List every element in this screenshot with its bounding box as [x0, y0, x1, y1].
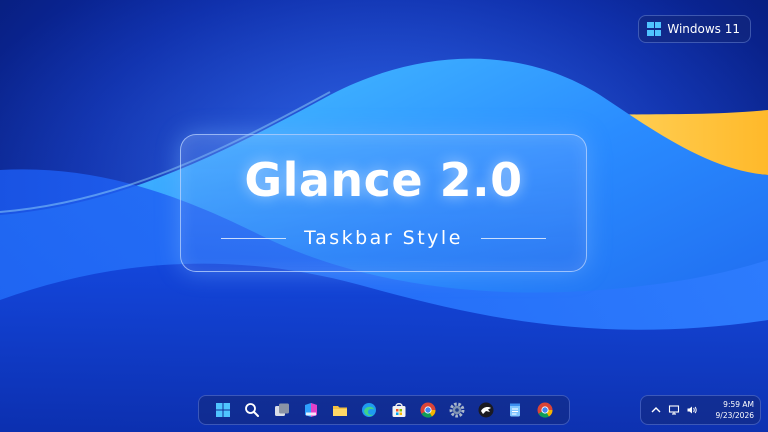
start-icon[interactable]	[214, 401, 232, 419]
title-card: Glance 2.0 Taskbar Style	[180, 134, 587, 272]
network-icon[interactable]	[667, 403, 681, 417]
store-icon[interactable]	[390, 401, 408, 419]
chrome-icon[interactable]	[536, 401, 554, 419]
taskbar	[198, 395, 570, 425]
chrome-icon[interactable]	[419, 401, 437, 419]
clock[interactable]: 9:59 AM 9/23/2026	[716, 399, 754, 421]
windows-11-label: Windows 11	[667, 22, 740, 36]
windows-11-badge: Windows 11	[638, 15, 751, 43]
eagle-app-icon[interactable]	[477, 401, 495, 419]
file-explorer-icon[interactable]	[331, 401, 349, 419]
settings-icon[interactable]	[448, 401, 466, 419]
subtitle-rule-left	[221, 237, 287, 239]
chevron-up-icon[interactable]	[649, 403, 663, 417]
volume-icon[interactable]	[685, 403, 699, 417]
desktop: Windows 11 Glance 2.0 Taskbar Style 9:59…	[0, 0, 768, 432]
search-icon[interactable]	[243, 401, 261, 419]
subtitle-row: Taskbar Style	[221, 227, 547, 249]
clock-time: 9:59 AM	[723, 400, 754, 409]
clock-date: 9/23/2026	[715, 411, 754, 420]
subtitle-text: Taskbar Style	[304, 227, 463, 249]
system-tray: 9:59 AM 9/23/2026	[640, 395, 761, 425]
notepad-icon[interactable]	[506, 401, 524, 419]
task-view-icon[interactable]	[273, 401, 291, 419]
copilot-icon[interactable]	[302, 401, 320, 419]
windows-logo-icon	[647, 22, 662, 36]
title-text: Glance 2.0	[244, 153, 523, 207]
edge-icon[interactable]	[360, 401, 378, 419]
subtitle-rule-right	[480, 237, 547, 239]
